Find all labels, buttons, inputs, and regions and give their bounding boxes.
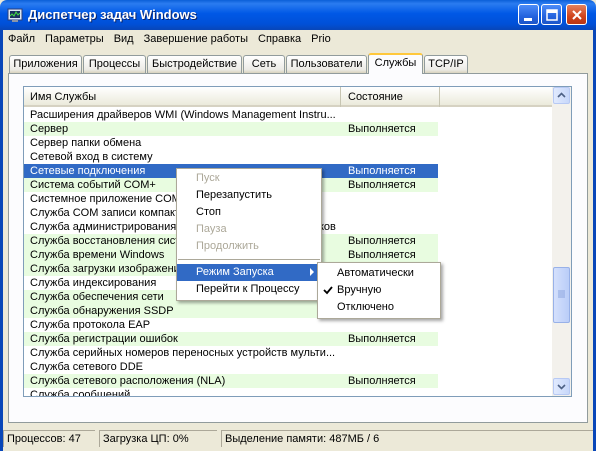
context-menu-item-label: Продолжить: [196, 240, 259, 252]
submenu-item[interactable]: Отключено: [318, 299, 440, 316]
context-menu-item: Продолжить: [177, 238, 321, 255]
table-row[interactable]: Сервер Выполняется: [24, 122, 552, 136]
tab-performance[interactable]: Быстродействие: [147, 55, 242, 73]
service-name-cell: Служба регистрации ошибок: [24, 332, 342, 346]
service-name-cell: Служба сетевого расположения (NLA): [24, 374, 342, 388]
service-name-cell: Служба протокола EAP: [30, 319, 151, 331]
service-state-cell: Выполняется: [342, 164, 438, 178]
window-title: Диспетчер задач Windows: [28, 7, 197, 22]
close-icon: [572, 10, 582, 20]
close-button[interactable]: [566, 4, 587, 25]
service-name-cell: Служба серийных номеров переносных устро…: [30, 347, 336, 359]
vertical-scrollbar[interactable]: [552, 87, 571, 396]
status-bar: Процессов: 47 Загрузка ЦП: 0% Выделение …: [3, 428, 593, 448]
task-manager-icon: [7, 8, 23, 22]
menu-view[interactable]: Вид: [109, 33, 139, 45]
menu-bar: Файл Параметры Вид Завершение работы Спр…: [3, 30, 593, 48]
tab-tcpip[interactable]: TCP/IP: [424, 55, 468, 73]
maximize-button[interactable]: [541, 4, 562, 25]
checkmark-icon: [323, 286, 333, 295]
service-state-cell: Выполняется: [342, 332, 438, 346]
menu-file[interactable]: Файл: [3, 33, 40, 45]
context-menu-item-label: Перезапустить: [196, 189, 272, 201]
context-menu-item-label: Стоп: [196, 206, 221, 218]
service-name-cell: Служба сообщений: [30, 389, 131, 397]
service-name-cell: Сервер: [24, 122, 342, 136]
context-menu-item-label: Режим Запуска: [196, 266, 274, 278]
service-state-cell: Выполняется: [342, 248, 438, 262]
context-menu-item-label: Пауза: [196, 223, 227, 235]
minimize-icon: [524, 18, 532, 21]
context-menu-item[interactable]: Перезапустить: [177, 187, 321, 204]
minimize-button[interactable]: [518, 4, 539, 25]
tab-processes[interactable]: Процессы: [83, 55, 146, 73]
tab-services[interactable]: Службы: [368, 53, 423, 74]
service-state-cell: Выполняется: [342, 178, 438, 192]
table-row[interactable]: Служба сетевого расположения (NLA) Выполн…: [24, 374, 552, 388]
table-row[interactable]: Служба серийных номеров переносных устро…: [24, 346, 552, 360]
scroll-up-button[interactable]: [553, 87, 570, 104]
context-menu-item[interactable]: Перейти к Процессу: [177, 281, 321, 298]
context-menu-item-label: Пуск: [196, 172, 220, 184]
scroll-up-arrow-icon: [557, 92, 566, 98]
context-menu: Пуск Перезапустить Стоп Пауза Продолжить Режи…: [176, 168, 322, 301]
column-header-state[interactable]: Состояние: [342, 87, 440, 107]
submenu-item[interactable]: Вручную: [318, 282, 440, 299]
service-state-cell: Выполняется: [342, 234, 438, 248]
tab-users[interactable]: Пользователи: [286, 55, 367, 73]
tab-applications[interactable]: Приложения: [9, 55, 82, 73]
startup-mode-submenu: Автоматически Вручную Отключено: [317, 262, 441, 319]
menu-separator: [178, 259, 320, 260]
window-frame-left: [0, 30, 3, 451]
service-state-cell: Выполняется: [342, 374, 438, 388]
submenu-item-label: Вручную: [337, 284, 382, 296]
context-menu-item: Пуск: [177, 170, 321, 187]
service-name-cell: Сервер папки обмена: [30, 137, 142, 149]
submenu-item-label: Отключено: [337, 301, 394, 313]
service-name-cell: Служба обнаружения SSDP: [24, 304, 342, 318]
submenu-item-label: Автоматически: [337, 267, 414, 279]
context-menu-item: Пауза: [177, 221, 321, 238]
table-row[interactable]: Служба обнаружения SSDPВыполняется: [24, 304, 552, 318]
table-row[interactable]: Служба сетевого DDE: [24, 360, 552, 374]
service-name-cell: Служба сетевого DDE: [30, 361, 143, 373]
status-processes: Процессов: 47: [3, 430, 95, 447]
status-cpu: Загрузка ЦП: 0%: [99, 430, 217, 447]
table-row[interactable]: Сервер папки обмена: [24, 136, 552, 150]
scrollbar-thumb[interactable]: [553, 267, 570, 323]
status-memory: Выделение памяти: 487МБ / 6: [221, 430, 593, 447]
column-header-service-name[interactable]: Имя Службы: [24, 87, 341, 107]
table-row[interactable]: Расширения драйверов WMI (Windows Manage…: [24, 108, 552, 122]
menu-shutdown[interactable]: Завершение работы: [139, 33, 253, 45]
list-header: Имя Службы Состояние: [24, 87, 552, 107]
table-row[interactable]: Служба сообщений: [24, 388, 552, 397]
table-row[interactable]: Сетевой вход в систему: [24, 150, 552, 164]
table-row[interactable]: Служба регистрации ошибок Выполняется: [24, 332, 552, 346]
context-menu-item[interactable]: Стоп: [177, 204, 321, 221]
scroll-down-arrow-icon: [557, 384, 566, 390]
table-row[interactable]: Служба протокола EAP: [24, 318, 552, 332]
service-name-cell: Сетевой вход в систему: [30, 151, 153, 163]
title-bar[interactable]: Диспетчер задач Windows: [0, 0, 596, 30]
context-menu-item[interactable]: Режим Запуска: [177, 264, 321, 281]
menu-help[interactable]: Справка: [253, 33, 306, 45]
scroll-down-button[interactable]: [553, 378, 570, 395]
submenu-item[interactable]: Автоматически: [318, 265, 440, 282]
tab-network[interactable]: Сеть: [243, 55, 285, 73]
service-state-cell: Выполняется: [342, 122, 438, 136]
maximize-icon: [546, 9, 558, 21]
grip-icon: [558, 290, 565, 298]
menu-prio[interactable]: Prio: [306, 33, 336, 45]
context-menu-item-label: Перейти к Процессу: [196, 283, 300, 295]
menu-options[interactable]: Параметры: [40, 33, 109, 45]
submenu-arrow-icon: [310, 268, 314, 276]
service-name-cell: Расширения драйверов WMI (Windows Manage…: [30, 109, 336, 121]
